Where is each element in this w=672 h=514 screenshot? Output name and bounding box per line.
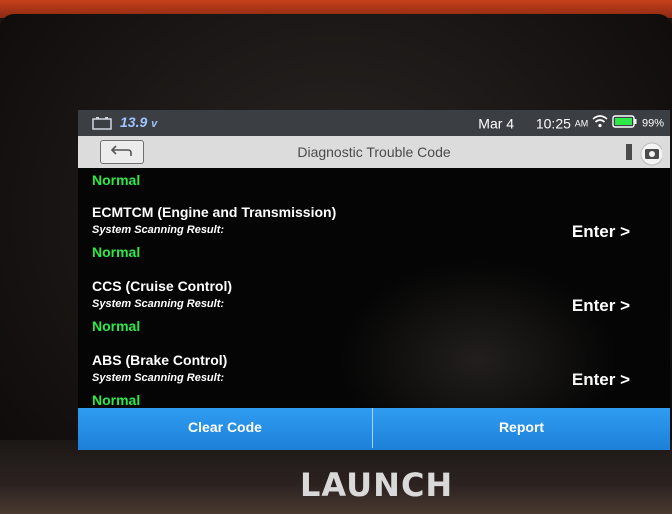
status-indicators: Mar 4 10:25 AM 99%: [478, 114, 664, 131]
system-name: ECMTCM (Engine and Transmission): [92, 204, 337, 220]
device-brand-logo: LAUNCH: [300, 466, 454, 504]
enter-button[interactable]: Enter >: [572, 370, 630, 390]
scan-result-status: Normal: [92, 318, 141, 334]
system-item-ccs[interactable]: CCS (Cruise Control) System Scanning Res…: [78, 272, 670, 340]
system-item-ecmtcm[interactable]: ECMTCM (Engine and Transmission) System …: [78, 198, 670, 266]
report-button[interactable]: Report: [373, 408, 670, 448]
device-screen: 13.9 v Mar 4 10:25 AM 99% Diagnostic Tro…: [78, 110, 670, 450]
status-bar: 13.9 v Mar 4 10:25 AM 99%: [78, 110, 670, 136]
battery-percent: 99%: [641, 117, 664, 130]
enter-button[interactable]: Enter >: [572, 296, 630, 316]
page-title: Diagnostic Trouble Code: [297, 144, 451, 160]
system-item-abs[interactable]: ABS (Brake Control) System Scanning Resu…: [78, 346, 670, 412]
car-battery-icon: [92, 116, 112, 133]
voltage-value: 13.9: [120, 114, 148, 130]
voltage-readout: 13.9 v: [120, 114, 157, 130]
system-name: ABS (Brake Control): [92, 352, 228, 368]
action-bar: Clear Code Report: [78, 408, 670, 450]
status-ampm: AM: [574, 118, 589, 129]
clear-code-button[interactable]: Clear Code: [78, 408, 372, 448]
wifi-icon: [592, 115, 612, 131]
status-date: Mar 4: [478, 115, 515, 132]
scan-result-status: Normal: [92, 244, 141, 260]
scan-result-status: Normal: [92, 392, 141, 408]
device-battery-icon: [612, 115, 642, 131]
system-name: CCS (Cruise Control): [92, 278, 232, 294]
system-scan-label: System Scanning Result:: [92, 372, 225, 384]
voltage-unit: v: [151, 118, 158, 130]
screenshot-button[interactable]: [622, 138, 664, 166]
title-bar: Diagnostic Trouble Code: [78, 136, 670, 168]
status-time: 10:25: [535, 115, 571, 132]
scan-result-status: Normal: [92, 172, 141, 188]
enter-button[interactable]: Enter >: [572, 222, 630, 242]
system-scan-label: System Scanning Result:: [92, 298, 225, 310]
system-scan-list: Normal ECMTCM (Engine and Transmission) …: [78, 168, 670, 408]
system-scan-label: System Scanning Result:: [92, 224, 225, 236]
